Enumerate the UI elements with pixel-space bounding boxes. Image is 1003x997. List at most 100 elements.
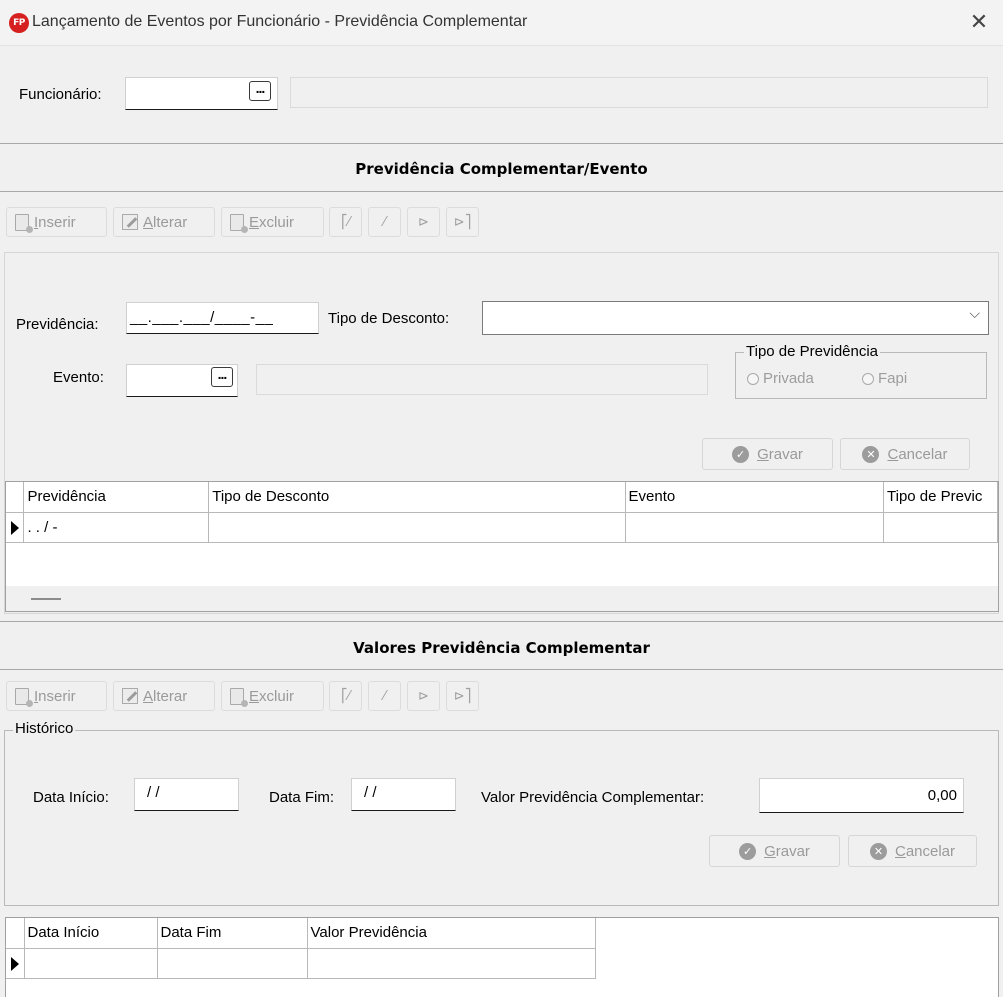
grid-indicator-header xyxy=(6,918,25,949)
historico-legend: Histórico xyxy=(13,720,76,737)
save-label: Gravar xyxy=(757,445,803,463)
section-divider xyxy=(0,669,1003,670)
funcionario-lookup-button[interactable]: ... xyxy=(249,81,271,101)
data-inicio-label: Data Início: xyxy=(33,789,109,806)
first-record-icon[interactable]: ⎡⁄ xyxy=(329,207,362,237)
last-record-icon[interactable]: ⊳⎤ xyxy=(446,207,479,237)
evento-name-field xyxy=(256,364,708,395)
column-header[interactable]: Previdência xyxy=(23,482,210,513)
delete-label: Excluir xyxy=(249,213,295,231)
evento-label: Evento: xyxy=(53,369,104,386)
grid-header-row: Previdência Tipo de Desconto Evento Tipo… xyxy=(6,482,998,513)
edit-label: Alterar xyxy=(143,213,188,231)
column-header[interactable]: Data Início xyxy=(24,918,158,949)
cancel-button[interactable]: ✕ Cancelar xyxy=(840,438,970,470)
section1-title: Previdência Complementar/Evento xyxy=(355,160,648,178)
document-add-icon xyxy=(15,687,33,707)
evento-lookup-button[interactable]: ... xyxy=(211,367,233,387)
cancel-circle-icon: ✕ xyxy=(862,445,880,463)
column-header[interactable]: Data Fim xyxy=(157,918,308,949)
delete-button[interactable]: Excluir xyxy=(221,681,324,711)
check-circle-icon: ✓ xyxy=(732,445,750,463)
cancel-label: Cancelar xyxy=(894,842,956,860)
app-logo-icon: FP xyxy=(9,13,29,33)
previdencia-grid[interactable]: Previdência Tipo de Desconto Evento Tipo… xyxy=(5,481,999,612)
next-record-icon[interactable]: ⊳ xyxy=(407,681,440,711)
prior-record-icon[interactable]: ⁄ xyxy=(368,681,401,711)
delete-label: Excluir xyxy=(249,687,295,705)
tipo-desconto-label: Tipo de Desconto: xyxy=(328,310,450,327)
radio-privada-label: Privada xyxy=(763,370,814,387)
radio-privada[interactable]: Privada xyxy=(747,370,814,387)
section-divider xyxy=(0,191,1003,192)
table-cell[interactable] xyxy=(208,512,626,543)
last-record-icon[interactable]: ⊳⎤ xyxy=(446,681,479,711)
valor-label: Valor Previdência Complementar: xyxy=(481,789,705,806)
horizontal-scrollbar[interactable] xyxy=(6,586,998,611)
document-add-icon xyxy=(15,213,33,233)
close-icon[interactable]: ✕ xyxy=(964,8,994,38)
table-row[interactable]: . . / - xyxy=(6,512,998,543)
edit-icon xyxy=(122,214,138,230)
save-button[interactable]: ✓ Gravar xyxy=(709,835,840,867)
edit-button[interactable]: Alterar xyxy=(113,681,215,711)
section-divider xyxy=(0,621,1003,622)
radio-circle-icon xyxy=(862,372,874,385)
valor-input[interactable]: 0,00 xyxy=(759,778,964,813)
data-fim-label: Data Fim: xyxy=(269,789,335,806)
next-record-icon[interactable]: ⊳ xyxy=(407,207,440,237)
delete-button[interactable]: Excluir xyxy=(221,207,324,237)
data-fim-input[interactable]: / / xyxy=(351,778,456,811)
grid-header-row: Data Início Data Fim Valor Previdência xyxy=(6,918,596,949)
table-cell[interactable] xyxy=(307,948,596,979)
edit-label: Alterar xyxy=(143,687,188,705)
historico-group xyxy=(4,730,999,906)
valores-grid[interactable]: Data Início Data Fim Valor Previdência xyxy=(5,917,999,997)
radio-circle-icon xyxy=(747,372,759,385)
previdencia-mask: __.___.___/____-__ xyxy=(130,309,274,326)
window-title: Lançamento de Eventos por Funcionário - … xyxy=(32,13,528,30)
prior-record-icon[interactable]: ⁄ xyxy=(368,207,401,237)
data-fim-value: / / xyxy=(364,784,377,801)
edit-button[interactable]: Alterar xyxy=(113,207,215,237)
document-delete-icon xyxy=(230,687,248,707)
tipo-desconto-select[interactable]: ⌵ xyxy=(482,301,989,335)
radio-fapi-label: Fapi xyxy=(878,370,908,387)
grid-indicator-header xyxy=(6,482,25,513)
funcionario-label: Funcionário: xyxy=(19,86,102,103)
edit-icon xyxy=(122,688,138,704)
data-inicio-input[interactable]: / / xyxy=(134,778,239,811)
insert-label: Inserir xyxy=(34,687,76,705)
scrollbar-thumb[interactable] xyxy=(31,598,61,600)
column-header[interactable]: Tipo de Previc xyxy=(883,482,998,513)
valor-value: 0,00 xyxy=(927,787,957,804)
funcionario-name-field xyxy=(290,77,988,108)
table-cell[interactable] xyxy=(883,512,998,543)
chevron-down-icon: ⌵ xyxy=(969,306,980,322)
table-cell[interactable] xyxy=(625,512,884,543)
table-row[interactable] xyxy=(6,948,596,979)
table-cell[interactable] xyxy=(157,948,308,979)
table-cell[interactable]: . . / - xyxy=(23,512,210,543)
row-indicator-icon xyxy=(6,512,25,543)
cancel-button[interactable]: ✕ Cancelar xyxy=(848,835,977,867)
tipo-previdencia-legend: Tipo de Previdência xyxy=(744,343,881,360)
radio-fapi[interactable]: Fapi xyxy=(862,370,907,387)
first-record-icon[interactable]: ⎡⁄ xyxy=(329,681,362,711)
table-cell[interactable] xyxy=(24,948,158,979)
check-circle-icon: ✓ xyxy=(739,842,757,860)
insert-button[interactable]: Inserir xyxy=(6,681,107,711)
save-button[interactable]: ✓ Gravar xyxy=(702,438,833,470)
section2-title: Valores Previdência Complementar xyxy=(353,639,650,657)
data-inicio-value: / / xyxy=(147,784,160,801)
previdencia-label: Previdência: xyxy=(16,316,99,333)
column-header[interactable]: Valor Previdência xyxy=(307,918,596,949)
cancel-circle-icon: ✕ xyxy=(869,842,887,860)
insert-button[interactable]: Inserir xyxy=(6,207,107,237)
column-header[interactable]: Evento xyxy=(625,482,884,513)
previdencia-input[interactable]: __.___.___/____-__ xyxy=(126,302,319,334)
row-indicator-icon xyxy=(6,948,25,979)
cancel-label: Cancelar xyxy=(887,445,948,463)
column-header[interactable]: Tipo de Desconto xyxy=(208,482,626,513)
document-delete-icon xyxy=(230,213,248,233)
